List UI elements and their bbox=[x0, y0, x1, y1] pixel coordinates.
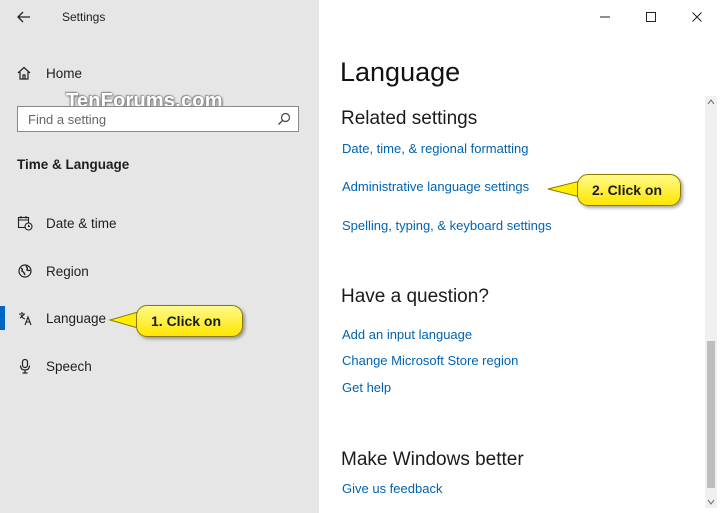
sidebar-item-home[interactable]: Home bbox=[16, 62, 82, 84]
calendar-clock-icon bbox=[17, 215, 33, 231]
back-arrow-icon bbox=[17, 11, 30, 23]
scrollbar[interactable] bbox=[705, 96, 717, 508]
minimize-icon bbox=[600, 16, 610, 18]
link-date-time-regional-formatting[interactable]: Date, time, & regional formatting bbox=[342, 141, 528, 156]
scrollbar-thumb[interactable] bbox=[707, 340, 715, 489]
close-button[interactable] bbox=[674, 6, 720, 28]
sidebar-item-label: Home bbox=[46, 65, 83, 81]
globe-icon bbox=[17, 263, 33, 279]
minimize-button[interactable] bbox=[582, 6, 628, 28]
sidebar-item-label: Date & time bbox=[46, 215, 117, 231]
home-icon bbox=[17, 66, 31, 80]
sidebar: Settings Home TenForums.com Time & Langu… bbox=[0, 0, 319, 513]
link-add-input-language[interactable]: Add an input language bbox=[342, 327, 472, 342]
sidebar-item-date-time[interactable]: Date & time bbox=[17, 211, 307, 235]
chevron-down-icon bbox=[707, 499, 715, 505]
link-get-help[interactable]: Get help bbox=[342, 380, 391, 395]
link-change-store-region[interactable]: Change Microsoft Store region bbox=[342, 353, 518, 368]
sidebar-item-region[interactable]: Region bbox=[17, 259, 307, 283]
maximize-button[interactable] bbox=[628, 6, 674, 28]
close-icon bbox=[692, 12, 702, 22]
page-title: Language bbox=[340, 57, 461, 87]
related-settings-heading: Related settings bbox=[341, 108, 478, 129]
callout-label: 2. Click on bbox=[592, 182, 663, 198]
section-heading: Time & Language bbox=[17, 157, 130, 172]
search-input[interactable] bbox=[18, 107, 278, 131]
active-indicator bbox=[0, 306, 5, 330]
scroll-up-button[interactable] bbox=[705, 96, 717, 108]
link-spelling-typing-keyboard-settings[interactable]: Spelling, typing, & keyboard settings bbox=[342, 218, 552, 233]
sidebar-item-label: Language bbox=[46, 310, 107, 326]
sidebar-item-label: Region bbox=[46, 263, 89, 279]
callout-step-1: 1. Click on bbox=[136, 305, 243, 337]
have-a-question-heading: Have a question? bbox=[341, 286, 489, 307]
search-box[interactable] bbox=[17, 106, 299, 132]
make-windows-better-heading: Make Windows better bbox=[341, 449, 524, 470]
sidebar-item-label: Speech bbox=[46, 358, 92, 374]
search-icon[interactable] bbox=[277, 112, 291, 126]
callout-label: 1. Click on bbox=[151, 313, 222, 329]
settings-window: Settings Home TenForums.com Time & Langu… bbox=[0, 0, 720, 513]
language-icon bbox=[17, 310, 33, 326]
chevron-up-icon bbox=[707, 99, 715, 105]
back-button[interactable] bbox=[12, 6, 36, 28]
link-give-feedback[interactable]: Give us feedback bbox=[342, 481, 442, 496]
microphone-icon bbox=[17, 358, 33, 374]
scroll-down-button[interactable] bbox=[705, 496, 717, 508]
link-administrative-language-settings[interactable]: Administrative language settings bbox=[342, 179, 529, 194]
sidebar-item-speech[interactable]: Speech bbox=[17, 354, 307, 378]
maximize-icon bbox=[646, 12, 656, 22]
callout-step-2: 2. Click on bbox=[577, 174, 681, 206]
window-controls bbox=[582, 6, 720, 28]
app-title: Settings bbox=[62, 10, 106, 24]
